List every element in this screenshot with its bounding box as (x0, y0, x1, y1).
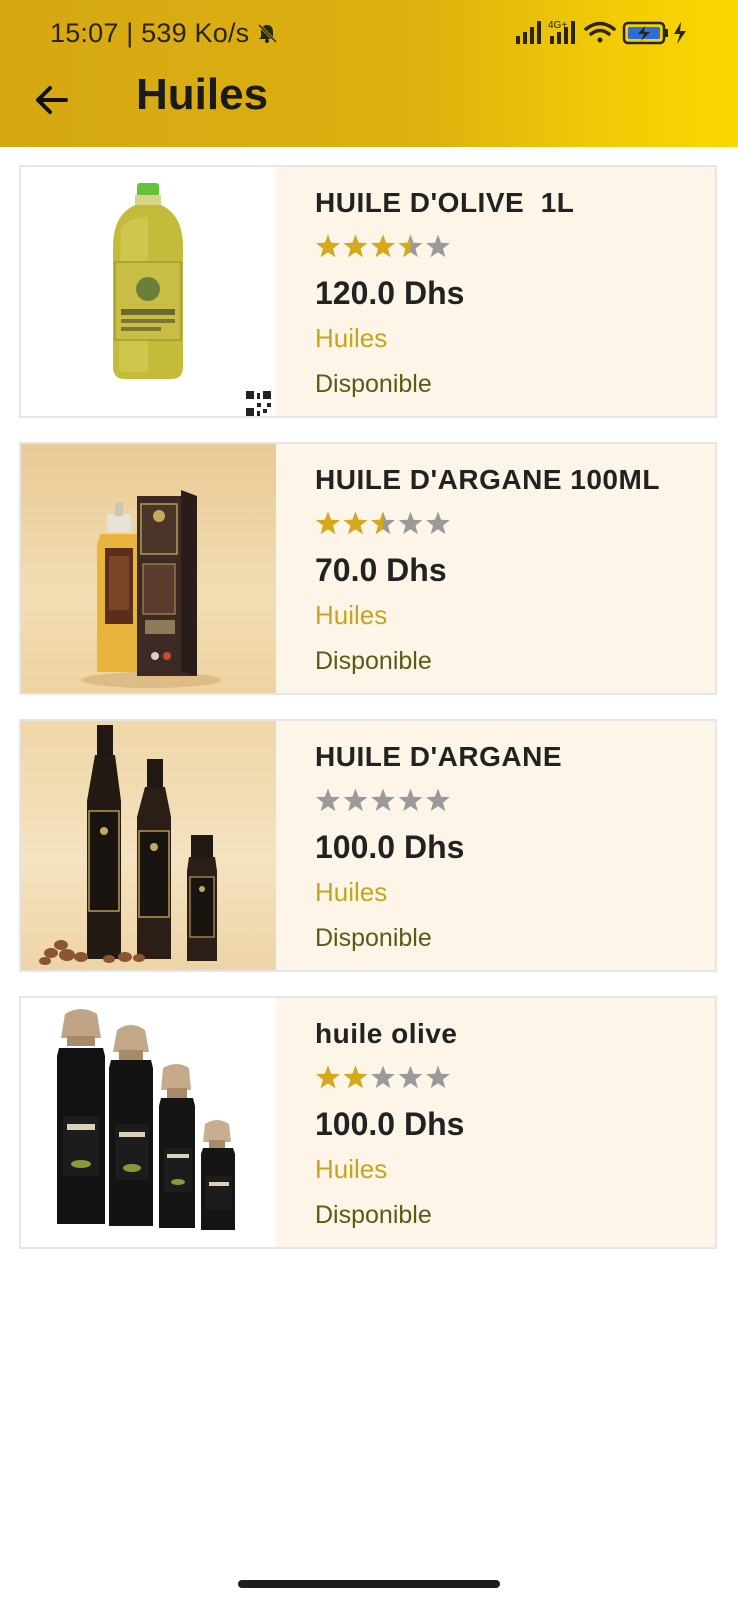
product-card[interactable]: HUILE D'ARGANE 100.0 Dhs Huiles Disponib… (19, 719, 717, 972)
star-filled-icon (371, 234, 395, 258)
product-card[interactable]: HUILE D'ARGANE 100ML 70.0 Dhs Huiles Dis… (19, 442, 717, 695)
star-icon (371, 788, 395, 812)
star-icon (343, 788, 368, 812)
availability-status: Disponible (315, 924, 432, 952)
battery-charging-icon (622, 21, 686, 45)
product-price: 100.0 Dhs (315, 829, 465, 865)
small-bottle (187, 835, 217, 961)
product-category: Huiles (315, 1154, 388, 1184)
product-name: HUILE D'ARGANE (315, 741, 562, 772)
star-icon (426, 511, 450, 535)
product-image (21, 998, 276, 1247)
status-icons: 4G+ (516, 20, 686, 45)
product-name: HUILE D'ARGANE 100ML (315, 464, 660, 495)
signal-icon (516, 21, 541, 44)
star-icon (316, 788, 340, 812)
rating-stars (316, 1065, 450, 1089)
star-icon (371, 1065, 395, 1089)
star-filled-icon (316, 234, 340, 258)
product-info: HUILE D'ARGANE 100.0 Dhs Huiles Disponib… (296, 721, 715, 970)
product-card[interactable]: huile olive 100.0 Dhs Huiles Disponible (19, 996, 717, 1249)
rating-stars (316, 511, 450, 535)
star-filled-icon (316, 1065, 340, 1089)
star-icon (426, 234, 450, 258)
status-time: 15:07 | 539 Ko/s (50, 18, 250, 48)
rating-stars (316, 788, 450, 812)
star-filled-icon (343, 234, 368, 258)
tall-bottle (87, 725, 121, 959)
availability-status: Disponible (315, 647, 432, 675)
medium-bottle (137, 759, 171, 959)
star-filled-icon (343, 511, 368, 535)
product-image (21, 721, 276, 970)
page-title: Huiles (136, 70, 269, 119)
wifi-icon (584, 21, 616, 43)
arrow-left-icon[interactable] (30, 78, 74, 122)
product-price: 70.0 Dhs (315, 552, 447, 588)
star-filled-icon (316, 511, 340, 535)
product-image (21, 167, 276, 416)
mute-bell-icon (257, 23, 278, 44)
product-name: huile olive (315, 1018, 458, 1049)
star-icon (398, 511, 423, 535)
rating-stars (316, 234, 450, 258)
star-icon (426, 788, 450, 812)
product-category: Huiles (315, 323, 388, 353)
home-indicator[interactable] (238, 1580, 500, 1588)
product-category: Huiles (315, 877, 388, 907)
product-price: 100.0 Dhs (315, 1106, 465, 1142)
star-icon (398, 1065, 423, 1089)
star-filled-icon (343, 1065, 368, 1089)
availability-status: Disponible (315, 1201, 432, 1229)
product-info: HUILE D'OLIVE 1L 120.0 Dhs Huiles Dispon… (296, 167, 715, 416)
star-icon (398, 788, 423, 812)
product-info: HUILE D'ARGANE 100ML 70.0 Dhs Huiles Dis… (296, 444, 715, 693)
star-icon (426, 1065, 450, 1089)
product-name: HUILE D'OLIVE 1L (315, 187, 575, 218)
product-image (21, 444, 276, 693)
product-card[interactable]: HUILE D'OLIVE 1L 120.0 Dhs Huiles Dispon… (19, 165, 717, 418)
app-bar: 15:07 | 539 Ko/s 4G+ Huiles (0, 0, 738, 147)
product-info: huile olive 100.0 Dhs Huiles Disponible (296, 998, 715, 1247)
product-price: 120.0 Dhs (315, 275, 465, 311)
product-category: Huiles (315, 600, 388, 630)
availability-status: Disponible (315, 370, 432, 398)
